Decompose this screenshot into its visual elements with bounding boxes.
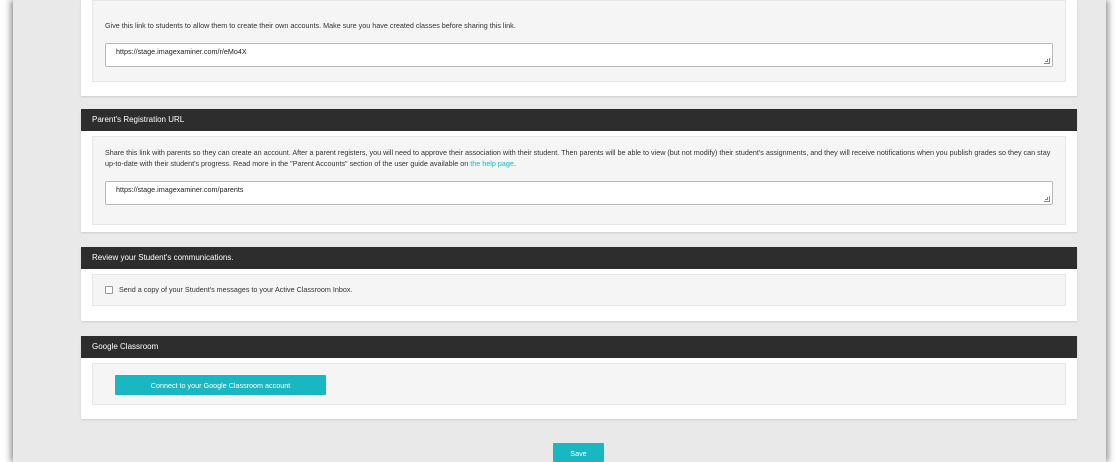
student-registration-url-text: https://stage.imagexaminer.com/r/eMo4X bbox=[116, 47, 247, 56]
google-classroom-title: Google Classroom bbox=[81, 336, 1077, 358]
communications-option[interactable]: Send a copy of your Student's messages t… bbox=[93, 275, 1065, 295]
student-registration-url-field[interactable]: https://stage.imagexaminer.com/r/eMo4X bbox=[105, 43, 1053, 67]
parent-registration-text-end: . bbox=[513, 159, 516, 168]
resize-grip-icon[interactable] bbox=[1044, 58, 1050, 64]
google-classroom-panel: Google Classroom Connect to your Google … bbox=[81, 336, 1077, 419]
send-copy-checkbox[interactable] bbox=[105, 285, 113, 294]
parent-registration-description: Share this link with parents so they can… bbox=[93, 137, 1065, 169]
communications-panel: Review your Student's communications. Se… bbox=[81, 247, 1077, 321]
settings-window: Give this link to students to allow them… bbox=[13, 0, 1106, 462]
parent-registration-text: Share this link with parents so they can… bbox=[105, 148, 1051, 168]
student-registration-body: Give this link to students to allow them… bbox=[92, 0, 1066, 82]
communications-title: Review your Student's communications. bbox=[81, 247, 1077, 269]
send-copy-label: Send a copy of your Student's messages t… bbox=[119, 285, 353, 294]
help-page-link[interactable]: the help page bbox=[470, 159, 514, 168]
student-registration-panel: Give this link to students to allow them… bbox=[81, 0, 1077, 96]
connect-google-classroom-button[interactable]: Connect to your Google Classroom account bbox=[115, 375, 326, 395]
parent-registration-body: Share this link with parents so they can… bbox=[92, 136, 1066, 225]
google-classroom-body: Connect to your Google Classroom account bbox=[92, 363, 1066, 405]
student-registration-description: Give this link to students to allow them… bbox=[105, 21, 516, 30]
communications-body: Send a copy of your Student's messages t… bbox=[92, 274, 1066, 306]
resize-grip-icon[interactable] bbox=[1044, 196, 1050, 202]
parent-registration-url-text: https://stage.imagexaminer.com/parents bbox=[116, 185, 244, 194]
parent-registration-url-field[interactable]: https://stage.imagexaminer.com/parents bbox=[105, 181, 1053, 205]
save-button[interactable]: Save bbox=[553, 443, 604, 462]
parent-registration-title: Parent's Registration URL bbox=[81, 109, 1077, 131]
parent-registration-panel: Parent's Registration URL Share this lin… bbox=[81, 109, 1077, 232]
